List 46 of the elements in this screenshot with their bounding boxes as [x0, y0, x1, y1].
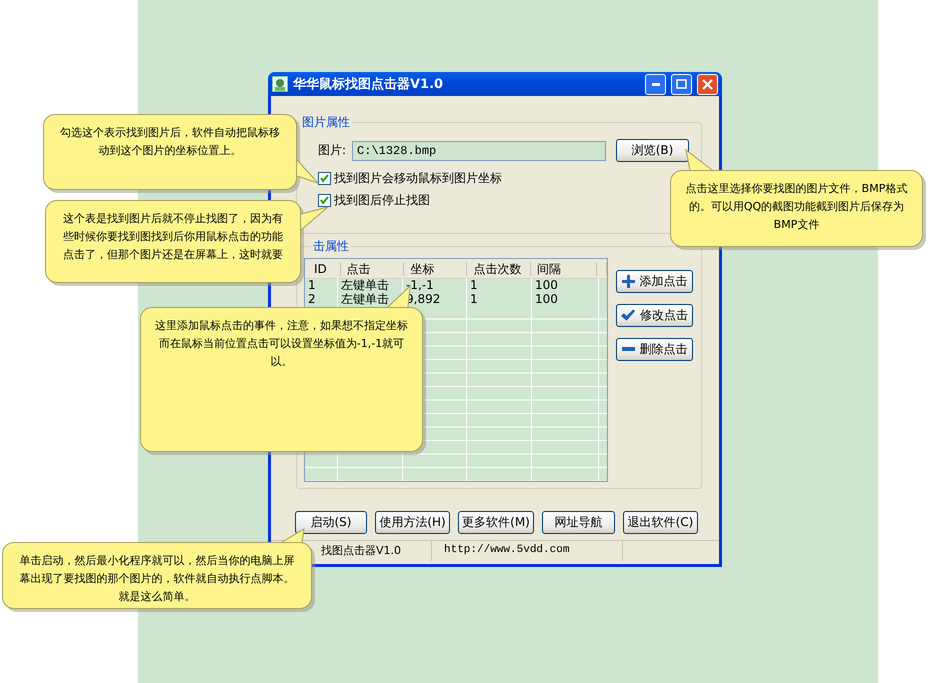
maximize-icon: [676, 79, 687, 89]
table-cell-text: 1: [469, 292, 479, 306]
table-cell-text: -1,-1: [405, 279, 435, 292]
window-title: 华华鼠标找图点击器V1.0: [293, 76, 444, 93]
minus-icon: [622, 347, 634, 352]
footer-button[interactable]: 使用方法(H): [375, 511, 450, 534]
checkbox[interactable]: [318, 194, 331, 206]
edit-button[interactable]: 修改点击: [616, 304, 693, 327]
column-header[interactable]: 间隔: [531, 262, 598, 276]
checkbox[interactable]: [318, 172, 331, 184]
table-cell-text: 1: [469, 279, 479, 292]
column-header[interactable]: ID: [305, 262, 340, 276]
callout-text: 这个表是找到图片后就不停止找图了，因为有些时候你要找到图找到后你用鼠标点击的功能点击了，但那个图片还是在屏幕上，这时就要: [62, 211, 284, 263]
table-cell-text: 100: [534, 292, 559, 306]
table-cell-text: 左键单击: [340, 279, 390, 292]
close-icon: [702, 78, 713, 90]
app-icon: [272, 76, 288, 92]
check-icon: [621, 309, 635, 322]
footer-button[interactable]: 退出软件(C): [623, 511, 698, 534]
delete-button[interactable]: 删除点击: [616, 338, 693, 361]
table-cell-text: 左键单击: [340, 292, 390, 306]
column-header[interactable]: 坐标: [404, 262, 468, 276]
close-button[interactable]: [697, 74, 718, 94]
callout-text: 点击这里选择你要找图的图片文件，BMP格式的。可以用QQ的截图功能截到图片后保存为BMP文件: [684, 181, 908, 233]
column-header[interactable]: 点击: [340, 262, 404, 276]
callout-text: 勾选这个表示找到图片后，软件自动把鼠标移动到这个图片的坐标位置上。: [59, 125, 281, 159]
table-cell-text: 2: [307, 292, 317, 306]
checkbox-label: 找到图片会移动鼠标到图片坐标: [334, 170, 502, 186]
path-field[interactable]: C:\1328.bmp: [352, 140, 606, 160]
group-title: 图片属性: [301, 114, 351, 131]
browse-button[interactable]: 浏览(B): [616, 139, 690, 162]
minimize-button[interactable]: [645, 74, 666, 94]
table-cell-text: 100: [534, 279, 559, 292]
plus-icon: [622, 275, 634, 288]
footer-button[interactable]: 启动(S): [295, 511, 367, 534]
footer-button[interactable]: 网址导航: [542, 511, 615, 534]
field-label: 图片:: [318, 142, 346, 159]
table-cell-text: 1: [307, 279, 317, 292]
group-title: 击属性: [312, 238, 350, 255]
footer-button[interactable]: 更多软件(M): [458, 511, 534, 534]
maximize-button[interactable]: [671, 74, 692, 94]
minimize-icon: [652, 82, 660, 86]
column-header[interactable]: 点击次数: [467, 262, 532, 276]
add-button[interactable]: 添加点击: [616, 270, 693, 293]
status-url: http://www.5vdd.com: [432, 541, 623, 561]
checkbox-label: 找到图后停止找图: [334, 192, 430, 208]
